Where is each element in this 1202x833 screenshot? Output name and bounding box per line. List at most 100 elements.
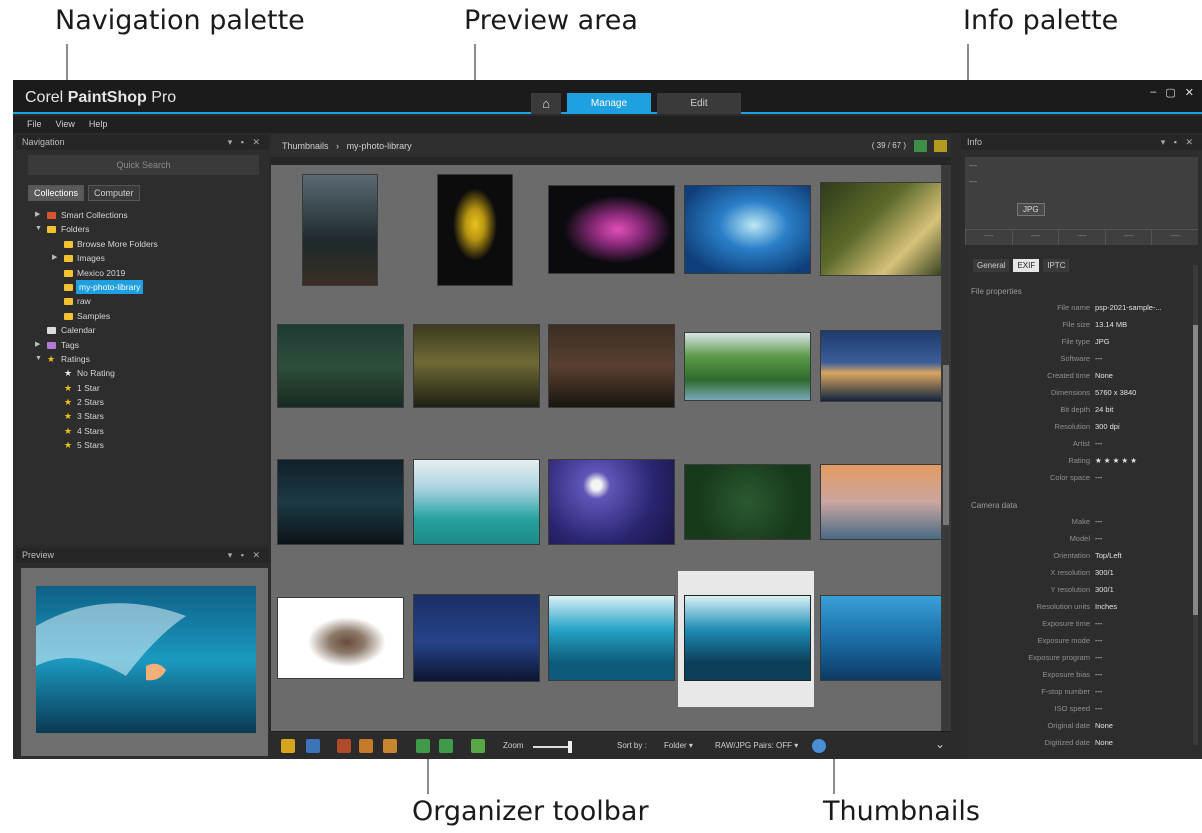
paint-icon[interactable]: [359, 739, 373, 753]
zoom-label: Zoom: [503, 741, 524, 750]
thumbnail-aerial-forest[interactable]: [685, 465, 810, 539]
select-icon[interactable]: [281, 739, 295, 753]
share-icon[interactable]: [471, 739, 485, 753]
tree-item-my-photo-library[interactable]: my-photo-library: [16, 279, 269, 295]
sort-dropdown[interactable]: Folder ▾: [664, 741, 693, 750]
thumbnail-dolphins[interactable]: [821, 596, 946, 680]
property-row: F-stop number ---: [961, 685, 1186, 699]
tree-item-2-stars[interactable]: ★ 2 Stars: [16, 395, 269, 409]
thumbnail-lionfish[interactable]: [549, 186, 674, 273]
tree-item-mexico-2019[interactable]: Mexico 2019: [16, 266, 269, 280]
breadcrumb-folder[interactable]: my-photo-library: [347, 141, 412, 151]
property-key: X resolution: [1050, 568, 1090, 577]
expand-arrow-icon[interactable]: ▶: [35, 208, 40, 222]
thumbnail-surfer-wave-selected[interactable]: [685, 596, 810, 680]
collapse-toolbar-icon[interactable]: ⌄: [935, 737, 945, 751]
tab-general[interactable]: General: [973, 259, 1010, 272]
property-row: Resolution units Inches: [961, 600, 1186, 614]
property-key: Color space: [1049, 473, 1090, 482]
thumbnail-manta-ray[interactable]: [685, 186, 810, 273]
panel-controls-icon[interactable]: ▾ ▪ ✕: [228, 548, 263, 563]
info-summary: — — JPG ---- ---- ---- ---- ----: [965, 157, 1198, 245]
tree-item-4-stars[interactable]: ★ 4 Stars: [16, 424, 269, 438]
thumbnail-dark-forest-2[interactable]: [414, 325, 539, 407]
zoom-slider-handle[interactable]: [568, 741, 572, 753]
thumbnail-city-skyline[interactable]: [821, 331, 946, 401]
collapse-arrow-icon[interactable]: ▼: [35, 222, 42, 236]
tree-item-3-stars[interactable]: ★ 3 Stars: [16, 409, 269, 423]
tree-item-tags[interactable]: ▶ Tags: [16, 338, 269, 352]
tree-item-smart-collections[interactable]: ▶ Smart Collections: [16, 208, 269, 222]
raw-jpg-pairs-dropdown[interactable]: RAW/JPG Pairs: OFF ▾: [715, 741, 798, 750]
thumbnail-night-street[interactable]: [278, 460, 403, 544]
thumbnail-sunset-city[interactable]: [821, 465, 946, 539]
thumbnail-seahorse[interactable]: [438, 175, 512, 285]
zoom-slider[interactable]: [533, 746, 571, 748]
thumbnail-river-valley[interactable]: [685, 333, 810, 400]
property-row: Bit depth 24 bit: [961, 403, 1186, 417]
property-row: Artist ---: [961, 437, 1186, 451]
preview-mode-icon[interactable]: [914, 140, 927, 152]
menu-bar: File View Help: [13, 116, 1202, 133]
property-value: ★ ★ ★ ★ ★: [1095, 456, 1137, 465]
property-row: Rating ★ ★ ★ ★ ★: [961, 454, 1186, 468]
breadcrumb-root[interactable]: Thumbnails: [282, 141, 329, 151]
tree-item-ratings[interactable]: ▼ ★ Ratings: [16, 352, 269, 366]
expand-arrow-icon[interactable]: ▶: [52, 251, 57, 265]
tree-item-calendar[interactable]: Calendar: [16, 323, 269, 337]
info-cell: ----: [1011, 229, 1059, 245]
navigation-title: Navigation: [22, 137, 65, 147]
thumbnail-dark-forest-3[interactable]: [549, 325, 674, 407]
panel-controls-icon[interactable]: ▾ ▪ ✕: [1161, 135, 1196, 150]
menu-help[interactable]: Help: [89, 116, 108, 133]
smart-collections-icon: [47, 212, 56, 219]
thumbnail-kayak-ice[interactable]: [414, 460, 539, 544]
maximize-icon[interactable]: ▢: [1165, 86, 1175, 99]
quick-search-input[interactable]: Quick Search: [28, 155, 259, 175]
tree-item-1-star[interactable]: ★ 1 Star: [16, 381, 269, 395]
scrollbar-thumb[interactable]: [1193, 325, 1198, 615]
property-key: Make: [1071, 517, 1090, 526]
expand-arrow-icon[interactable]: ▶: [35, 338, 40, 352]
tab-edit[interactable]: Edit: [657, 93, 741, 114]
tree-item-no-rating[interactable]: ★ No Rating: [16, 366, 269, 380]
home-tab-icon[interactable]: ⌂: [531, 93, 561, 114]
info-scrollbar[interactable]: [1193, 265, 1198, 745]
thumbnail-forest-light[interactable]: [303, 175, 377, 285]
globe-icon[interactable]: [812, 739, 826, 753]
tree-item-raw[interactable]: raw: [16, 294, 269, 308]
rotate-right-icon[interactable]: [439, 739, 453, 753]
brush-icon[interactable]: [337, 739, 351, 753]
thumbnail-photographer[interactable]: [278, 598, 403, 678]
menu-view[interactable]: View: [56, 116, 75, 133]
tab-manage[interactable]: Manage: [567, 93, 651, 114]
printer-icon[interactable]: [383, 739, 397, 753]
rotate-left-icon[interactable]: [416, 739, 430, 753]
minimize-icon[interactable]: –: [1150, 86, 1156, 99]
collapse-arrow-icon[interactable]: ▼: [35, 352, 42, 366]
thumbnail-dark-forest-1[interactable]: [278, 325, 403, 407]
thumbnail-scrollbar[interactable]: [941, 165, 951, 731]
property-key: Resolution: [1054, 422, 1090, 431]
thumbnail-grid-icon[interactable]: [934, 140, 947, 152]
tree-item-5-stars[interactable]: ★ 5 Stars: [16, 438, 269, 452]
panel-controls-icon[interactable]: ▾ ▪ ✕: [228, 135, 263, 150]
thumbnail-starry-hiker[interactable]: [414, 595, 539, 681]
tree-item-browse-more-folders[interactable]: Browse More Folders: [16, 237, 269, 251]
property-value: ---: [1095, 439, 1103, 448]
tab-iptc[interactable]: IPTC: [1043, 259, 1070, 272]
tree-item-samples[interactable]: Samples: [16, 309, 269, 323]
thumbnail-surfer-wave-1[interactable]: [549, 596, 674, 680]
thumbnail-moon-night[interactable]: [549, 460, 674, 544]
tab-computer[interactable]: Computer: [88, 185, 140, 201]
tab-collections[interactable]: Collections: [28, 185, 85, 201]
close-icon[interactable]: ✕: [1185, 86, 1194, 99]
tree-item-images[interactable]: ▶ Images: [16, 251, 269, 265]
tree-item-folders[interactable]: ▼ Folders: [16, 222, 269, 236]
thumbnail-sunlit-forest[interactable]: [821, 183, 946, 275]
scrollbar-thumb[interactable]: [943, 365, 949, 525]
tree-label: 3 Stars: [77, 411, 104, 422]
menu-file[interactable]: File: [27, 116, 42, 133]
open-in-edit-icon[interactable]: [306, 739, 320, 753]
tab-exif[interactable]: EXIF: [1013, 259, 1040, 272]
